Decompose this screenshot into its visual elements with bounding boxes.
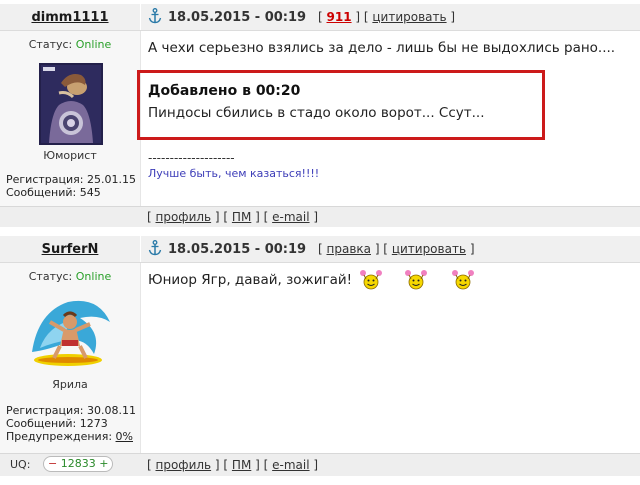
- anchor-icon[interactable]: [148, 240, 162, 256]
- post2-rank: Ярила: [52, 378, 88, 391]
- post1-author-nick[interactable]: dimm1111: [0, 10, 140, 25]
- post1-text: А чехи серьезно взялись за дело - лишь б…: [148, 40, 616, 56]
- uq-plus-icon[interactable]: +: [99, 457, 108, 470]
- post1-email-link[interactable]: e-mail: [272, 210, 309, 224]
- post1-rank: Юморист: [43, 149, 97, 162]
- post2-warnings-value[interactable]: 0%: [116, 430, 133, 443]
- post1-number-link[interactable]: 911: [327, 10, 352, 24]
- post2-actions: [ правка ] [ цитировать ]: [318, 242, 475, 256]
- post1-profile-link[interactable]: профиль: [156, 210, 212, 224]
- post1-status: Статус: Online: [0, 38, 140, 51]
- post2-warnings: Предупреждения: 0%: [6, 430, 136, 443]
- post2-messages: Сообщений: 1273: [6, 417, 108, 430]
- post1-pm-link[interactable]: ПМ: [232, 210, 251, 224]
- post2-quote-link[interactable]: цитировать: [392, 242, 466, 256]
- cheering-smiley-icon: [360, 270, 382, 290]
- post2-avatar[interactable]: [28, 292, 114, 372]
- post1-status-value: Online: [75, 38, 112, 51]
- post1-quote-link[interactable]: цитировать: [372, 10, 446, 24]
- post2-pm-link[interactable]: ПМ: [232, 458, 251, 472]
- post2-header: SurferN 18.05.2015 - 00:19 [ правка ] [ …: [0, 236, 640, 263]
- post2-registration: Регистрация: 30.08.11: [6, 404, 136, 417]
- post1-signature-divider: --------------------: [148, 151, 235, 165]
- post1-avatar[interactable]: [39, 63, 103, 145]
- post2-text: Юниор Ягр, давай, зожигай!: [148, 272, 353, 288]
- post2-warnings-label: Предупреждения:: [6, 430, 113, 443]
- post1-header: dimm1111 18.05.2015 - 00:19 [ 911 ] [ ци…: [0, 4, 640, 31]
- uq-label: UQ:: [10, 458, 31, 471]
- post-separator: [0, 227, 640, 236]
- post2-profile-link[interactable]: профиль: [156, 458, 212, 472]
- post2-edit-link[interactable]: правка: [327, 242, 372, 256]
- cheering-smiley-icon: [452, 270, 474, 290]
- post2-status: Статус: Online: [0, 270, 140, 283]
- anchor-icon[interactable]: [148, 8, 162, 24]
- post1-added-text: Пиндосы сбились в стадо около ворот... С…: [148, 105, 485, 121]
- post1-status-label: Статус:: [28, 38, 73, 51]
- post2-date: 18.05.2015 - 00:19: [168, 242, 307, 257]
- post2-footer-links: [ профиль ] [ ПМ ] [ e-mail ]: [147, 458, 319, 472]
- post2-stats: Регистрация: 30.08.11 Сообщений: 1273 Пр…: [6, 404, 136, 443]
- uq-rating-badge[interactable]: − 12833 +: [43, 456, 114, 472]
- post1-signature: Лучше быть, чем казаться!!!!: [148, 167, 320, 180]
- post1-footer-links: [ профиль ] [ ПМ ] [ e-mail ]: [147, 210, 319, 224]
- post2-status-value: Online: [75, 270, 112, 283]
- uq-value: 12833: [60, 457, 96, 470]
- post2-email-link[interactable]: e-mail: [272, 458, 309, 472]
- post1-footer: [ профиль ] [ ПМ ] [ e-mail ]: [0, 206, 640, 227]
- post1-stats: Регистрация: 25.01.15 Сообщений: 545: [6, 173, 136, 199]
- cheering-smiley-icon: [405, 270, 427, 290]
- post2-author-nick[interactable]: SurferN: [0, 242, 140, 257]
- post1-messages: Сообщений: 545: [6, 186, 101, 199]
- post1-date: 18.05.2015 - 00:19: [168, 10, 307, 25]
- uq-minus-icon[interactable]: −: [48, 457, 57, 470]
- post1-added-title: Добавлено в 00:20: [148, 83, 301, 99]
- post2-status-label: Статус:: [28, 270, 73, 283]
- post1-actions: [ 911 ] [ цитировать ]: [318, 10, 456, 24]
- post1-registration: Регистрация: 25.01.15: [6, 173, 136, 186]
